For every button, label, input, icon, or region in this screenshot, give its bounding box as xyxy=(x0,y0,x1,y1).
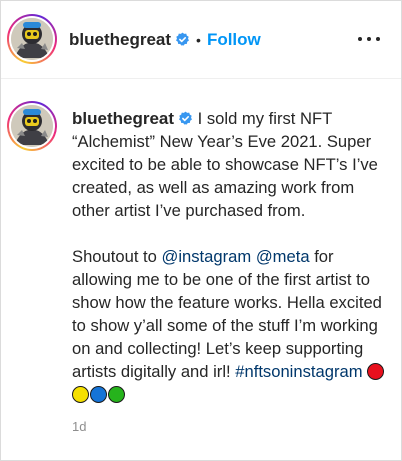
green-circle-emoji-icon xyxy=(108,386,125,403)
more-options-icon[interactable] xyxy=(357,29,381,49)
profile-avatar[interactable] xyxy=(7,14,57,64)
mention-meta-link[interactable]: @meta xyxy=(256,247,310,266)
caption-username[interactable]: bluethegreat xyxy=(72,109,174,128)
yellow-circle-emoji-icon xyxy=(72,386,89,403)
hashtag-link[interactable]: #nftsoninstagram xyxy=(235,362,362,381)
avatar-image xyxy=(11,105,53,147)
mention-instagram-link[interactable]: @instagram xyxy=(162,247,252,266)
avatar-image xyxy=(11,18,53,60)
blue-circle-emoji-icon xyxy=(90,386,107,403)
post-header: bluethegreat • Follow xyxy=(1,1,401,79)
header-username[interactable]: bluethegreat xyxy=(69,30,171,49)
header-username-line: bluethegreat • Follow xyxy=(69,30,261,50)
caption-paragraph-2: Shoutout to @instagram @meta for allowin… xyxy=(72,245,390,406)
follow-button[interactable]: Follow xyxy=(207,30,261,49)
red-circle-emoji-icon xyxy=(367,363,385,380)
caption-text-2: for allowing me to be one of the first a… xyxy=(72,247,382,381)
separator-dot: • xyxy=(196,32,201,48)
post-caption: bluethegreat I sold my first NFT “Alchem… xyxy=(72,107,390,406)
caption-shoutout-prefix: Shoutout to xyxy=(72,247,162,266)
verified-badge-icon xyxy=(179,111,192,125)
caption-avatar[interactable] xyxy=(7,101,57,151)
caption-paragraph-1: bluethegreat I sold my first NFT “Alchem… xyxy=(72,107,390,222)
post-panel: bluethegreat • Follow bluethegreat I sol… xyxy=(0,0,402,461)
verified-badge-icon xyxy=(176,32,189,46)
post-timestamp[interactable]: 1d xyxy=(72,419,86,434)
